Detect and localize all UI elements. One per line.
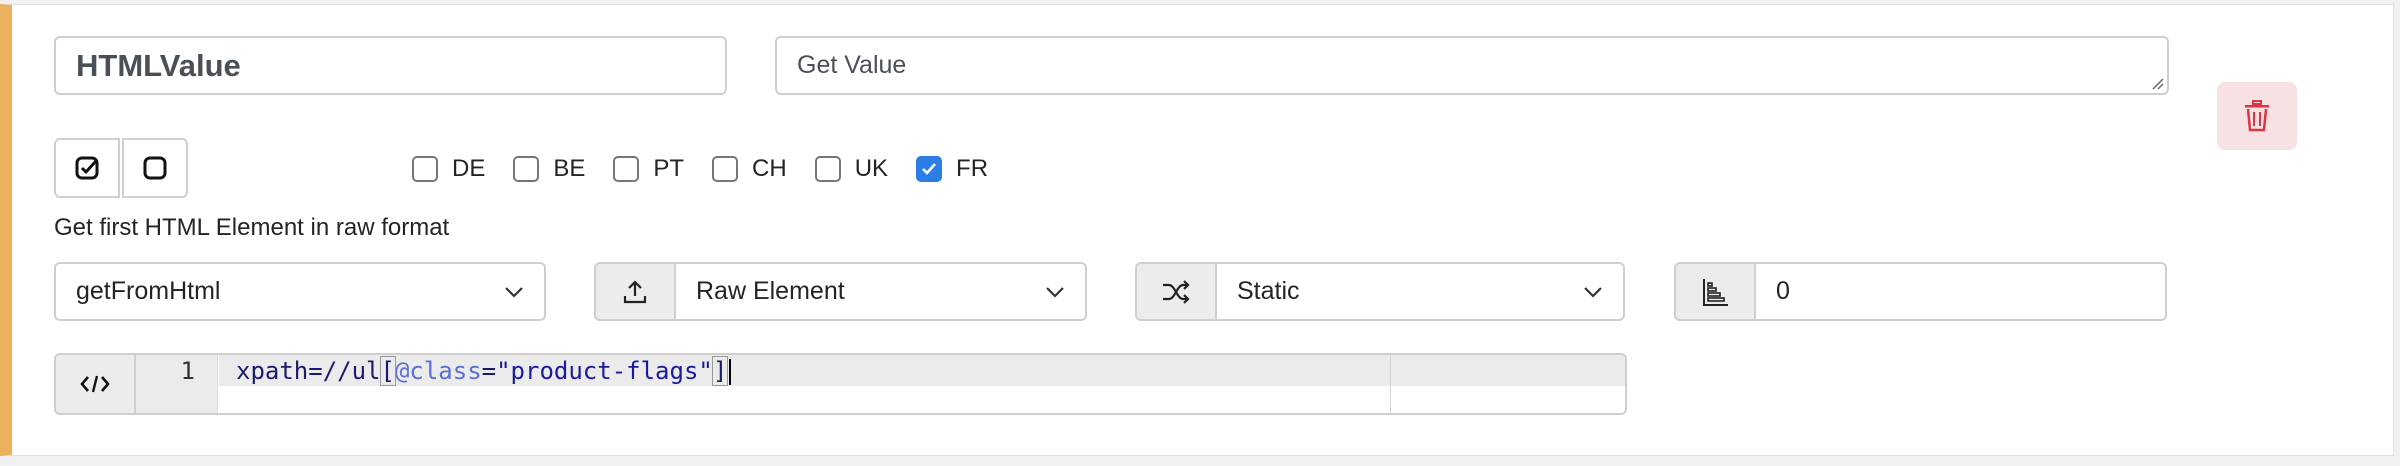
code-token-close-bracket: ]	[711, 356, 729, 386]
output-type-value: Raw Element	[696, 277, 845, 305]
country-pt-label: PT	[653, 155, 685, 182]
check-all-button[interactable]	[54, 138, 120, 198]
country-de-label: DE	[452, 155, 486, 182]
output-type-select[interactable]: Raw Element	[676, 262, 1087, 321]
step-name-input[interactable]: HTMLValue	[54, 36, 727, 95]
code-addon	[54, 353, 136, 415]
line-number: 1	[180, 357, 195, 385]
index-value: 0	[1776, 277, 1790, 305]
country-be-checkbox[interactable]	[513, 156, 540, 182]
shuffle-icon	[1163, 279, 1190, 304]
code-line[interactable]: xpath=//ul[@class="product-flags"]	[236, 356, 732, 386]
code-token-open-bracket: [	[379, 356, 396, 386]
output-addon	[594, 262, 676, 321]
country-de[interactable]: DE	[412, 155, 485, 183]
code-icon	[80, 375, 110, 393]
print-margin-ruler	[1390, 355, 1391, 413]
method-select[interactable]: getFromHtml	[54, 262, 546, 321]
check-square-icon	[75, 156, 99, 180]
country-fr-label: FR	[956, 155, 989, 182]
resize-grip-icon[interactable]	[2150, 76, 2164, 90]
country-pt-checkbox[interactable]	[613, 156, 640, 182]
country-fr-checkbox[interactable]	[916, 156, 943, 182]
country-ch-label: CH	[752, 155, 787, 182]
uncheck-all-button[interactable]	[122, 138, 188, 198]
country-be-label: BE	[553, 155, 586, 182]
upload-icon	[623, 279, 647, 303]
code-token-attr: @class	[394, 357, 482, 385]
country-fr[interactable]: FR	[916, 155, 988, 183]
step-description-textarea[interactable]: Get Value	[775, 36, 2169, 95]
country-uk-label: UK	[854, 155, 889, 182]
country-be[interactable]: BE	[513, 155, 585, 183]
index-input[interactable]: 0	[1756, 262, 2167, 321]
chevron-down-icon	[505, 286, 523, 298]
mode-select-value: Static	[1237, 277, 1300, 305]
country-de-checkbox[interactable]	[412, 156, 438, 182]
chevron-down-icon	[1584, 286, 1602, 298]
trash-icon	[2245, 100, 2269, 132]
step-description-text: Get first HTML Element in raw format	[54, 214, 450, 241]
code-token-path: xpath=//ul	[236, 357, 381, 385]
country-ch[interactable]: CH	[712, 155, 787, 183]
code-token-equals: =	[481, 357, 497, 385]
delete-step-button[interactable]	[2217, 82, 2297, 150]
text-cursor	[729, 359, 732, 385]
step-card: HTMLValue Get Value DE BE PT CH UK FR Ge…	[0, 4, 2394, 456]
step-description-value: Get Value	[797, 51, 907, 79]
code-editor[interactable]: 1 xpath=//ul[@class="product-flags"]	[136, 353, 1627, 415]
country-uk[interactable]: UK	[814, 155, 889, 183]
method-select-value: getFromHtml	[76, 277, 221, 305]
country-ch-checkbox[interactable]	[712, 156, 739, 182]
code-token-string: "product-flags"	[496, 357, 713, 385]
country-checkbox-group: DE BE PT CH UK FR	[412, 151, 1016, 187]
country-pt[interactable]: PT	[613, 155, 684, 183]
line-number-gutter: 1	[136, 355, 218, 413]
square-icon	[143, 156, 167, 180]
chevron-down-icon	[1046, 286, 1064, 298]
step-name-value: HTMLValue	[76, 47, 241, 83]
mode-addon	[1135, 262, 1217, 321]
country-uk-checkbox[interactable]	[814, 156, 841, 182]
checkmark-icon	[922, 163, 937, 175]
sort-bars-icon	[1703, 278, 1728, 306]
mode-select[interactable]: Static	[1217, 262, 1625, 321]
index-addon	[1674, 262, 1756, 321]
